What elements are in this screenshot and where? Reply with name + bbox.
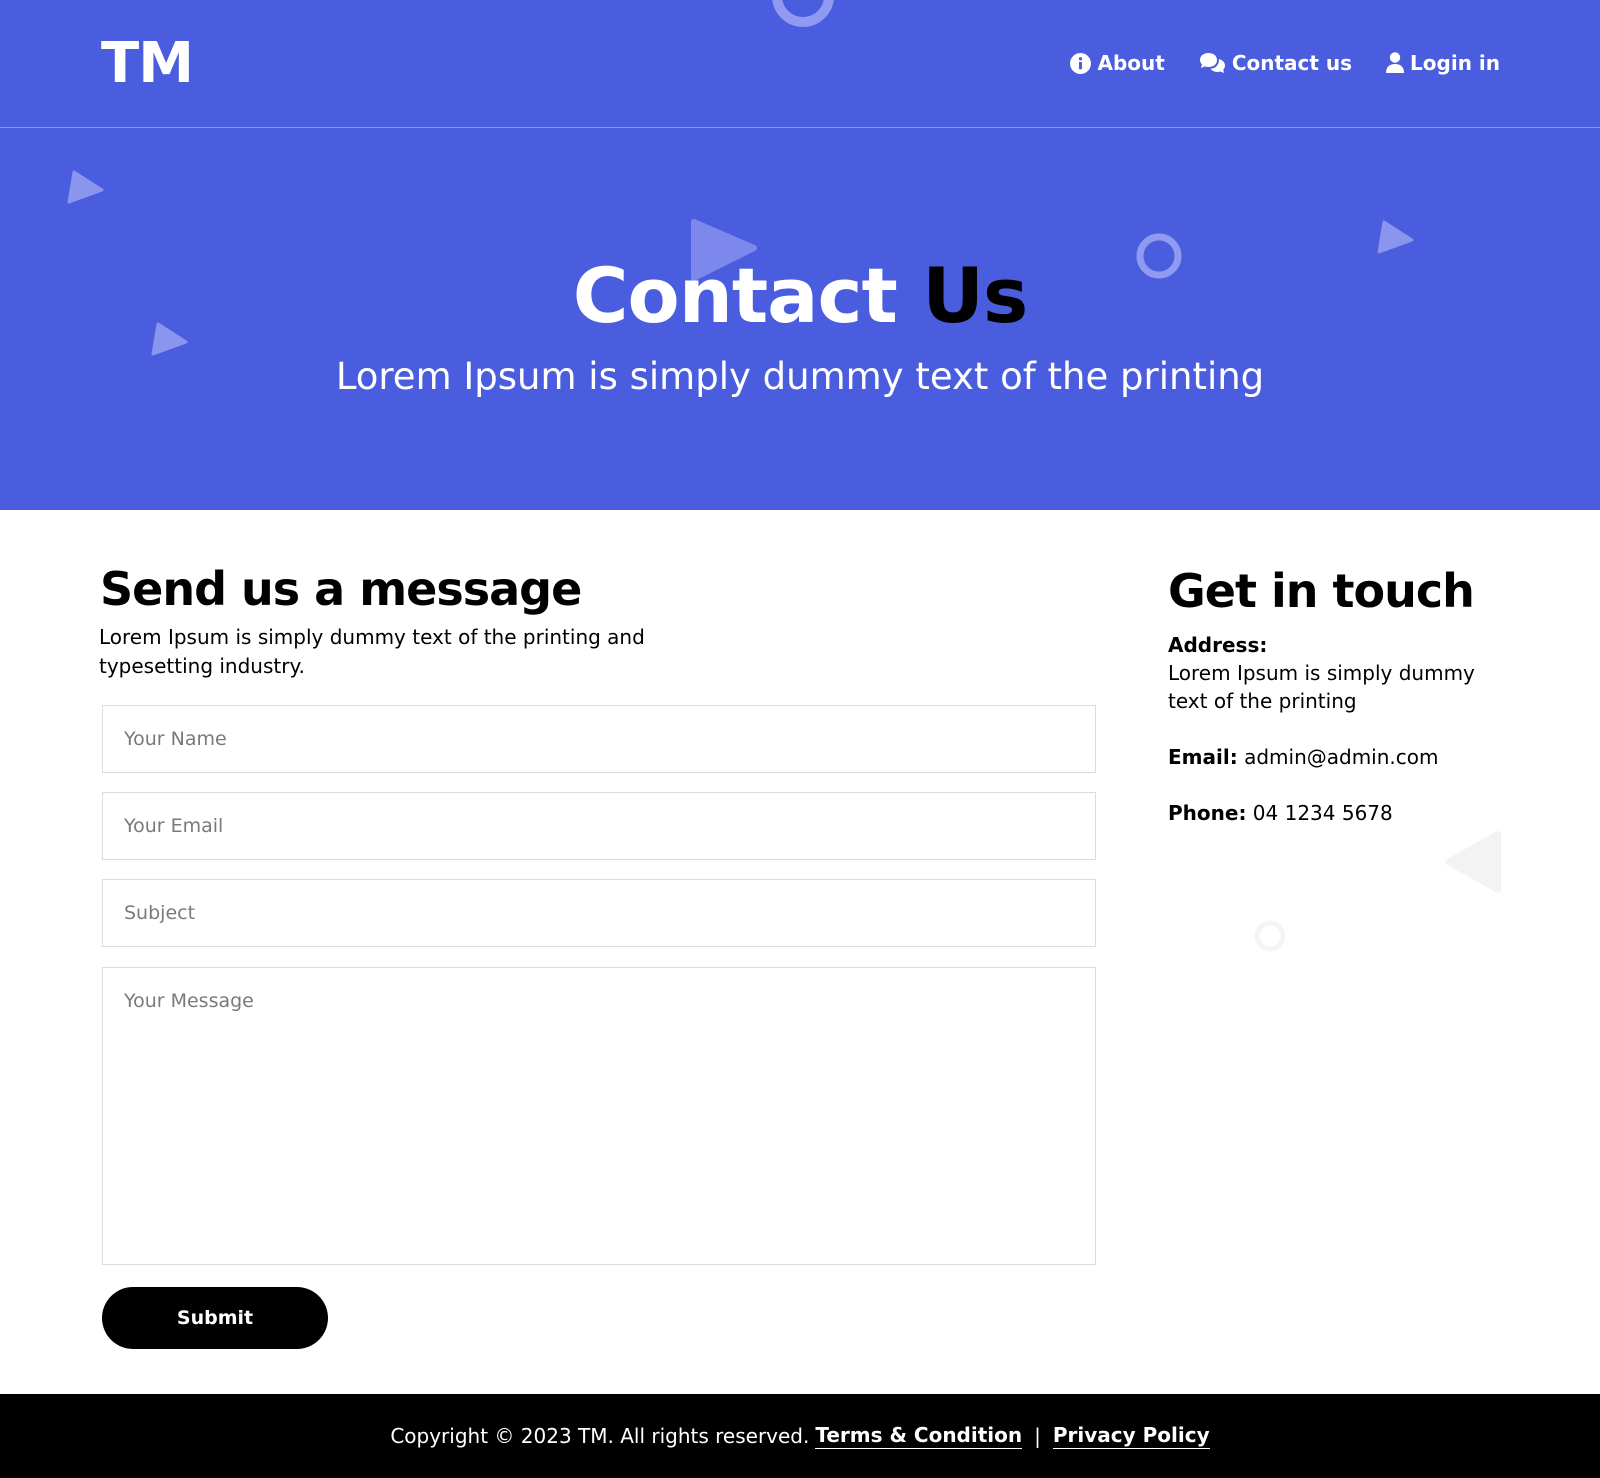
ring-decoration — [1254, 920, 1286, 952]
nav-item-label: Contact us — [1231, 51, 1353, 75]
phone-label: Phone: — [1168, 801, 1247, 825]
nav-item-label: About — [1097, 51, 1165, 75]
email-block: Email: admin@admin.com — [1168, 743, 1438, 771]
phone-block: Phone: 04 1234 5678 — [1168, 799, 1393, 827]
chat-icon — [1199, 52, 1226, 74]
phone-value[interactable]: 04 1234 5678 — [1253, 801, 1393, 825]
nav-item-contact-us[interactable]: Contact us — [1199, 48, 1352, 78]
email-value[interactable]: admin@admin.com — [1244, 745, 1438, 769]
nav-item-about[interactable]: About — [1070, 48, 1165, 78]
page-title: Contact Us — [0, 248, 1600, 344]
address-value: Lorem Ipsum is simply dummy text of the … — [1168, 661, 1475, 713]
send-message-heading: Send us a message — [100, 562, 582, 616]
user-icon — [1386, 52, 1405, 74]
email-label: Email: — [1168, 745, 1238, 769]
message-textarea[interactable] — [102, 967, 1096, 1265]
nav-item-label: Login in — [1410, 51, 1500, 75]
page-title-white: Contact — [572, 251, 898, 340]
send-message-description: Lorem Ipsum is simply dummy text of the … — [99, 625, 645, 678]
page-title-black: Us — [922, 251, 1028, 340]
triangle-decoration — [1445, 831, 1501, 893]
footer: Copyright © 2023 TM. All rights reserved… — [0, 1394, 1600, 1478]
copyright-text: Copyright © 2023 TM. All rights reserved… — [390, 1424, 810, 1448]
submit-button[interactable]: Submit — [102, 1287, 328, 1349]
address-label: Address: — [1168, 633, 1268, 657]
page-subtitle: Lorem Ipsum is simply dummy text of the … — [335, 355, 1265, 398]
top-navigation-bar: TM About Contact us Login in — [0, 0, 1600, 128]
get-in-touch-heading: Get in touch — [1168, 564, 1475, 618]
terms-link[interactable]: Terms & Condition — [815, 1423, 1023, 1449]
nav-item-login[interactable]: Login in — [1386, 48, 1500, 78]
info-icon — [1070, 52, 1092, 74]
hero-section: TM About Contact us Login in Contact Us … — [0, 0, 1600, 510]
address-block: Address: Lorem Ipsum is simply dummy tex… — [1168, 631, 1488, 715]
email-input[interactable] — [102, 792, 1096, 860]
site-logo[interactable]: TM — [101, 30, 194, 98]
subject-input[interactable] — [102, 879, 1096, 947]
triangle-decoration — [67, 170, 104, 204]
name-input[interactable] — [102, 705, 1096, 773]
privacy-link[interactable]: Privacy Policy — [1052, 1423, 1210, 1449]
main-nav: About Contact us Login in — [1070, 48, 1500, 78]
footer-separator: | — [1034, 1424, 1041, 1448]
